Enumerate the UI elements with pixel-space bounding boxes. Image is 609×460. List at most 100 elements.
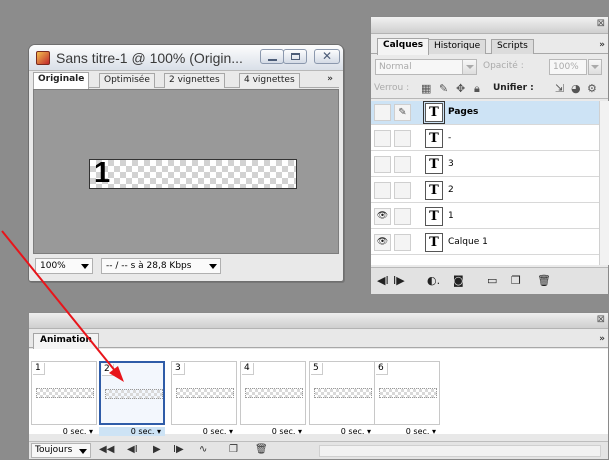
unify-style-icon[interactable]: ⚙︎ xyxy=(587,83,597,94)
frame-number: 6 xyxy=(376,363,388,375)
loop-value: Toujours xyxy=(35,445,73,455)
layer-row-1[interactable]: 👁︎ T 1 xyxy=(371,205,599,229)
document-titlebar[interactable]: Sans titre-1 @ 100% (Origin... ✕ xyxy=(29,45,343,71)
frame-delay-select[interactable]: 0 sec. ▾ xyxy=(31,427,97,436)
tween-icon[interactable]: ∿ xyxy=(199,444,207,455)
tabs-overflow-icon[interactable]: » xyxy=(599,40,605,50)
link-cell[interactable] xyxy=(394,234,411,251)
layer-row-dash[interactable]: T - xyxy=(371,127,599,151)
frame-thumbnail xyxy=(176,388,234,398)
visibility-toggle[interactable] xyxy=(374,182,391,199)
layers-panel-titlebar[interactable]: ⊠ xyxy=(371,17,608,34)
chevron-down-icon xyxy=(81,264,89,269)
frame-2[interactable]: 2 0 sec. ▾ xyxy=(99,361,165,439)
layer-name: Calque 1 xyxy=(448,237,488,247)
download-time-select[interactable]: -- / -- s à 28,8 Kbps xyxy=(101,258,221,274)
link-cell[interactable] xyxy=(394,130,411,147)
frame-6[interactable]: 6 0 sec. ▾ xyxy=(374,361,440,439)
opacity-dropdown-button[interactable] xyxy=(588,59,602,75)
blend-opacity-row: Normal Opacité : 100% xyxy=(371,57,608,77)
link-cell[interactable] xyxy=(394,208,411,225)
frame-thumbnail-box[interactable]: 6 xyxy=(374,361,440,425)
minimize-button[interactable] xyxy=(260,49,284,64)
frame-3[interactable]: 3 0 sec. ▾ xyxy=(171,361,237,439)
new-group-icon[interactable]: ▭ xyxy=(487,274,497,287)
tab-animation[interactable]: Animation xyxy=(33,333,99,349)
frame-thumbnail-box[interactable]: 2 xyxy=(99,361,165,425)
panel-close-icon[interactable]: ⊠ xyxy=(597,18,605,29)
frame-thumbnail-box[interactable]: 3 xyxy=(171,361,237,425)
tab-optimisee[interactable]: Optimisée xyxy=(99,73,155,88)
maximize-button[interactable] xyxy=(283,49,307,64)
frame-thumbnail-box[interactable]: 5 xyxy=(309,361,375,425)
panel-close-icon[interactable]: ⊠ xyxy=(597,314,605,325)
visibility-toggle[interactable] xyxy=(374,130,391,147)
duplicate-frame-icon[interactable]: ❐ xyxy=(229,444,238,455)
canvas-image[interactable]: 1 xyxy=(89,157,297,189)
visibility-toggle[interactable] xyxy=(374,156,391,173)
link-layers-icon[interactable]: ◀︎I xyxy=(377,274,389,287)
frame-5[interactable]: 5 0 sec. ▾ xyxy=(309,361,375,439)
layer-list: ✎ T Pages T - T 3 T 2 👁︎ T 1 👁︎ T Calque… xyxy=(371,101,599,265)
layer-row-3[interactable]: T 3 xyxy=(371,153,599,177)
layer-style-icon[interactable]: I▶︎ xyxy=(393,274,405,287)
unify-position-icon[interactable]: ⇲ xyxy=(555,83,564,94)
tabs-overflow-icon[interactable]: » xyxy=(599,334,605,344)
tab-originale[interactable]: Originale xyxy=(33,72,90,89)
zoom-select[interactable]: 100% xyxy=(35,258,93,274)
download-time-value: -- / -- s à 28,8 Kbps xyxy=(106,261,192,271)
frame-4[interactable]: 4 0 sec. ▾ xyxy=(240,361,306,439)
new-layer-icon[interactable]: ❐ xyxy=(511,274,521,287)
trash-icon[interactable]: 🗑︎ xyxy=(255,444,268,455)
frame-thumbnail-box[interactable]: 1 xyxy=(31,361,97,425)
link-cell[interactable] xyxy=(394,156,411,173)
frame-delay-select[interactable]: 0 sec. ▾ xyxy=(171,427,237,436)
layer-row-2[interactable]: T 2 xyxy=(371,179,599,203)
visibility-toggle[interactable] xyxy=(374,104,391,121)
frames-strip: 1 0 sec. ▾ 2 0 sec. ▾ 3 0 sec. ▾ 4 0 sec… xyxy=(29,349,608,436)
text-layer-icon: T xyxy=(425,129,443,148)
layers-bottom-toolbar: ◀︎I I▶︎ ◐. ◙ ▭ ❐ 🗑︎ xyxy=(371,267,608,294)
layer-row-pages[interactable]: ✎ T Pages xyxy=(371,101,599,125)
loop-select[interactable]: Toujours xyxy=(31,443,92,458)
play-icon[interactable]: ▶︎ xyxy=(153,444,161,455)
lock-all-icon[interactable]: 🔒︎ xyxy=(474,83,480,94)
link-cell[interactable] xyxy=(394,182,411,199)
frame-delay-select[interactable]: 0 sec. ▾ xyxy=(374,427,440,436)
lock-transparency-icon[interactable]: ▦ xyxy=(421,83,431,94)
brush-edit-icon[interactable]: ✎ xyxy=(394,104,411,121)
tab-historique[interactable]: Historique xyxy=(428,39,487,54)
canvas-area[interactable]: 1 xyxy=(33,89,339,254)
previous-frame-icon[interactable]: ◀I xyxy=(127,444,138,455)
lock-brush-icon[interactable]: ✎ xyxy=(439,83,448,94)
frame-delay-select[interactable]: 0 sec. ▾ xyxy=(309,427,375,436)
frame-delay-select[interactable]: 0 sec. ▾ xyxy=(99,427,165,436)
frame-1[interactable]: 1 0 sec. ▾ xyxy=(31,361,97,439)
trash-icon[interactable]: 🗑︎ xyxy=(537,274,551,287)
eye-icon[interactable]: 👁︎ xyxy=(374,234,391,251)
layer-list-scrollbar[interactable] xyxy=(599,101,609,265)
tab-2-vignettes[interactable]: 2 vignettes xyxy=(164,73,225,88)
tab-4-vignettes[interactable]: 4 vignettes xyxy=(239,73,300,88)
tab-calques[interactable]: Calques xyxy=(377,38,430,55)
layer-mask-icon[interactable]: ◙ xyxy=(453,274,464,287)
tabs-overflow-icon[interactable]: » xyxy=(327,74,333,84)
lock-position-icon[interactable]: ✥ xyxy=(456,83,465,94)
layer-name: 1 xyxy=(448,211,454,221)
layer-row-calque-1[interactable]: 👁︎ T Calque 1 xyxy=(371,231,599,255)
close-button[interactable]: ✕ xyxy=(314,49,340,64)
frame-delay-select[interactable]: 0 sec. ▾ xyxy=(240,427,306,436)
tab-scripts[interactable]: Scripts xyxy=(491,39,534,54)
unify-visibility-icon[interactable]: ◕ xyxy=(571,83,581,94)
opacity-input[interactable]: 100% xyxy=(549,59,587,75)
frame-thumbnail-box[interactable]: 4 xyxy=(240,361,306,425)
frame-thumbnail xyxy=(245,388,303,398)
blend-mode-select[interactable]: Normal xyxy=(375,59,477,75)
frames-scrollbar[interactable] xyxy=(319,445,601,457)
maximize-icon xyxy=(291,53,300,60)
next-frame-icon[interactable]: I▶︎ xyxy=(173,444,184,455)
first-frame-icon[interactable]: ◀◀ xyxy=(99,444,114,455)
adjustment-layer-icon[interactable]: ◐. xyxy=(427,274,440,287)
animation-panel-titlebar[interactable]: ⊠ xyxy=(29,313,608,329)
eye-icon[interactable]: 👁︎ xyxy=(374,208,391,225)
